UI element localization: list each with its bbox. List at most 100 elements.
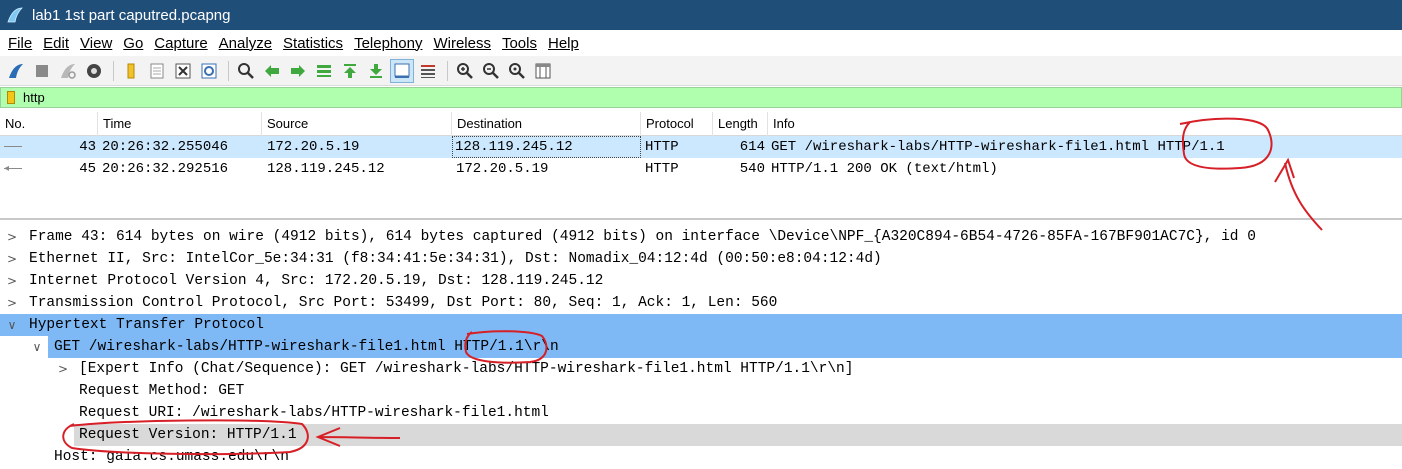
menu-wireless-label: Wireless	[433, 34, 491, 52]
packet-list: No. Time Source Destination Protocol Len…	[0, 112, 1402, 220]
tree-item-label: Internet Protocol Version 4, Src: 172.20…	[29, 273, 604, 289]
tree-item-frame[interactable]: > Frame 43: 614 bytes on wire (4912 bits…	[0, 226, 1402, 248]
restart-fin-icon[interactable]	[56, 59, 80, 83]
title-bar: lab1 1st part caputred.pcapng	[0, 0, 1402, 30]
tree-item-label: Request Method: GET	[79, 383, 245, 399]
tree-item-label: Transmission Control Protocol, Src Port:…	[29, 295, 778, 311]
menu-capture[interactable]: Capture	[154, 35, 207, 52]
resize-columns-icon[interactable]	[531, 59, 555, 83]
chevron-right-icon[interactable]: >	[5, 270, 19, 292]
tree-item-request-method[interactable]: Request Method: GET	[0, 380, 1402, 402]
go-to-packet-icon[interactable]	[312, 59, 336, 83]
go-back-arrow-icon[interactable]	[260, 59, 284, 83]
zoom-out-icon[interactable]	[479, 59, 503, 83]
toolbar-separator	[228, 60, 229, 81]
packet-row-43[interactable]: 43 20:26:32.255046 172.20.5.19 128.119.2…	[0, 136, 1402, 158]
filter-bookmark-icon[interactable]	[7, 91, 15, 104]
menu-telephony[interactable]: Telephony	[354, 35, 422, 52]
save-file-icon[interactable]	[145, 59, 169, 83]
packet-no: 45	[79, 161, 96, 177]
packet-destination: 172.20.5.19	[456, 161, 549, 177]
menu-tools-label: Tools	[501, 34, 537, 52]
packet-length: 614	[739, 139, 765, 155]
tree-item-label: Ethernet II, Src: IntelCor_5e:34:31 (f8:…	[29, 251, 882, 267]
go-first-icon[interactable]	[338, 59, 362, 83]
reload-icon[interactable]	[197, 59, 221, 83]
tree-item-label: Frame 43: 614 bytes on wire (4912 bits),…	[29, 229, 1256, 245]
menu-go[interactable]: Go	[123, 35, 143, 52]
packet-protocol: HTTP	[645, 139, 679, 155]
column-header-source[interactable]: Source	[262, 112, 452, 136]
tree-item-host[interactable]: Host: gaia.cs.umass.edu\r\n	[0, 446, 1402, 468]
menu-go-label: Go	[123, 34, 144, 52]
autoscroll-icon[interactable]	[390, 58, 414, 83]
tree-item-http[interactable]: ∨ Hypertext Transfer Protocol	[0, 314, 1402, 336]
response-arrow-icon: ◂	[4, 163, 10, 174]
column-header-length[interactable]: Length	[713, 112, 768, 136]
tree-item-ipv4[interactable]: > Internet Protocol Version 4, Src: 172.…	[0, 270, 1402, 292]
open-folder-icon[interactable]	[119, 59, 143, 83]
tree-item-label: Request URI: /wireshark-labs/HTTP-wiresh…	[79, 405, 549, 421]
wireshark-fin-icon	[7, 7, 23, 23]
packet-row-45[interactable]: ◂ 45 20:26:32.292516 128.119.245.12 172.…	[0, 158, 1402, 180]
column-header-info[interactable]: Info	[768, 112, 1402, 136]
menu-statistics[interactable]: Statistics	[283, 35, 343, 52]
go-forward-arrow-icon[interactable]	[286, 59, 310, 83]
packet-list-header: No. Time Source Destination Protocol Len…	[0, 112, 1402, 136]
request-link-icon	[4, 146, 22, 147]
toolbar-separator	[113, 60, 114, 81]
colorize-icon[interactable]	[416, 59, 440, 83]
packet-details-tree: > Frame 43: 614 bytes on wire (4912 bits…	[0, 226, 1402, 469]
column-header-protocol[interactable]: Protocol	[641, 112, 713, 136]
stop-square-icon[interactable]	[30, 59, 54, 83]
display-filter-input[interactable]	[23, 90, 1323, 105]
menu-help[interactable]: Help	[548, 35, 579, 52]
column-header-destination[interactable]: Destination	[452, 112, 641, 136]
go-last-icon[interactable]	[364, 59, 388, 83]
menu-tools[interactable]: Tools	[502, 35, 537, 52]
window-title: lab1 1st part caputred.pcapng	[32, 6, 231, 24]
packet-no: 43	[79, 139, 96, 155]
column-header-time[interactable]: Time	[98, 112, 262, 136]
chevron-right-icon[interactable]: >	[5, 248, 19, 270]
tree-item-ethernet[interactable]: > Ethernet II, Src: IntelCor_5e:34:31 (f…	[0, 248, 1402, 270]
menu-view[interactable]: View	[80, 35, 112, 52]
menu-capture-label: Capture	[154, 34, 208, 52]
close-file-icon[interactable]	[171, 59, 195, 83]
options-gear-icon[interactable]	[82, 59, 106, 83]
zoom-normal-icon[interactable]	[505, 59, 529, 83]
packet-time: 20:26:32.292516	[102, 161, 229, 177]
tree-item-expert-info[interactable]: > [Expert Info (Chat/Sequence): GET /wir…	[0, 358, 1402, 380]
tree-item-http-request-line[interactable]: ∨ GET /wireshark-labs/HTTP-wireshark-fil…	[0, 336, 1402, 358]
tree-item-label: Host: gaia.cs.umass.edu\r\n	[54, 449, 289, 465]
display-filter-bar	[0, 87, 1402, 108]
menu-file-label: File	[8, 34, 33, 52]
tree-item-request-version[interactable]: Request Version: HTTP/1.1	[0, 424, 1402, 446]
tree-item-request-uri[interactable]: Request URI: /wireshark-labs/HTTP-wiresh…	[0, 402, 1402, 424]
chevron-down-icon[interactable]: ∨	[5, 314, 19, 336]
menu-statistics-label: Statistics	[283, 34, 344, 52]
tree-item-label: Request Version: HTTP/1.1	[79, 427, 297, 443]
chevron-right-icon[interactable]: >	[56, 358, 70, 380]
zoom-in-icon[interactable]	[453, 59, 477, 83]
main-toolbar	[0, 56, 1402, 86]
find-magnifier-icon[interactable]	[234, 59, 258, 83]
toolbar-separator	[447, 60, 448, 81]
packet-destination: 128.119.245.12	[452, 136, 641, 158]
packet-info: HTTP/1.1 200 OK (text/html)	[771, 161, 998, 177]
menu-help-label: Help	[548, 34, 579, 52]
chevron-right-icon[interactable]: >	[5, 226, 19, 248]
menu-edit[interactable]: Edit	[43, 35, 69, 52]
tree-item-tcp[interactable]: > Transmission Control Protocol, Src Por…	[0, 292, 1402, 314]
menu-analyze[interactable]: Analyze	[219, 35, 272, 52]
menu-wireless[interactable]: Wireless	[433, 35, 491, 52]
packet-source: 128.119.245.12	[267, 161, 385, 177]
menu-file[interactable]: File	[8, 35, 32, 52]
tree-item-label: GET /wireshark-labs/HTTP-wireshark-file1…	[54, 339, 559, 355]
chevron-right-icon[interactable]: >	[5, 292, 19, 314]
shark-fin-start-icon[interactable]	[4, 59, 28, 83]
column-header-no[interactable]: No.	[0, 112, 98, 136]
chevron-down-icon[interactable]: ∨	[30, 336, 44, 358]
menu-edit-label: Edit	[43, 34, 70, 52]
tree-item-label: Hypertext Transfer Protocol	[29, 317, 264, 333]
